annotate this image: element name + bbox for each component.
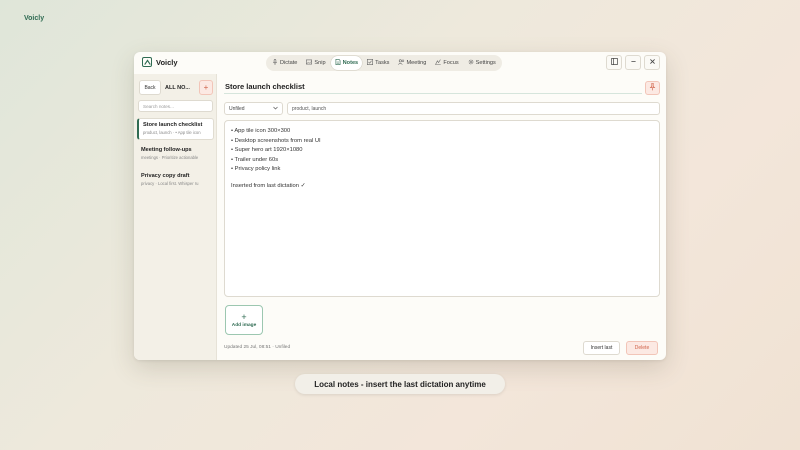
- sidebar-toggle-button[interactable]: [606, 55, 622, 70]
- delete-button[interactable]: Delete: [626, 341, 658, 355]
- note-line: • Privacy policy link: [231, 166, 281, 172]
- note-title: Store launch checklist: [143, 122, 203, 128]
- note-list: Store launch checklist product, launch ·…: [137, 118, 214, 196]
- note-meta: meetings · Prioritize actionable: [141, 155, 199, 160]
- note-line: • App tile icon 300×300: [231, 128, 291, 134]
- nav-meeting[interactable]: Meeting: [394, 56, 430, 70]
- pin-button[interactable]: [645, 81, 660, 95]
- nav-notes-label: Notes: [342, 60, 359, 66]
- plus-icon: +: [241, 311, 247, 322]
- notes-sidebar: Back ALL NO... + Search notes... Store l…: [134, 74, 217, 360]
- nav-settings-label: Settings: [475, 60, 496, 66]
- nav-dictate[interactable]: Dictate: [268, 56, 301, 70]
- focus-icon: [435, 59, 442, 67]
- nav-tasks[interactable]: Tasks: [363, 56, 393, 70]
- folder-filter-label[interactable]: ALL NO...: [165, 85, 197, 91]
- app-logo-icon: [142, 57, 152, 67]
- note-icon: [335, 59, 341, 67]
- insert-last-button[interactable]: Insert last: [583, 341, 620, 355]
- list-item[interactable]: Meeting follow-ups meetings · Prioritize…: [137, 144, 214, 166]
- note-editor-pane: Store launch checklist Unfiled product, …: [218, 74, 666, 360]
- add-image-button[interactable]: + Add image: [225, 305, 263, 335]
- note-status: Updated 25 Jul, 08:51 · Unfiled: [224, 345, 291, 350]
- checkbox-icon: [367, 59, 374, 67]
- note-title-input[interactable]: Store launch checklist: [224, 80, 642, 94]
- chevron-down-icon: [273, 106, 278, 112]
- close-icon: [649, 58, 656, 67]
- list-item[interactable]: Store launch checklist product, launch ·…: [137, 118, 214, 140]
- close-button[interactable]: [644, 55, 660, 70]
- list-item[interactable]: Privacy copy draft privacy · Local first…: [137, 170, 214, 192]
- add-note-button[interactable]: +: [199, 80, 213, 95]
- nav-meeting-label: Meeting: [406, 60, 427, 66]
- corner-brand: Voicly: [24, 15, 45, 22]
- inserted-dictation-line: Inserted from last dictation ✓: [231, 182, 306, 189]
- nav-focus-label: Focus: [443, 60, 459, 66]
- sidebar-panel-icon: [610, 58, 618, 67]
- note-line: • Trailer under 60s: [231, 156, 279, 163]
- image-icon: [306, 59, 313, 67]
- app-name: Voicly: [156, 57, 178, 67]
- mic-icon: [272, 59, 278, 67]
- window-controls: [606, 55, 660, 70]
- main-nav: Dictate Snip Notes Tasks Meeting Focus S…: [266, 55, 502, 71]
- note-title: Privacy copy draft: [141, 173, 190, 179]
- nav-notes[interactable]: Notes: [330, 56, 363, 70]
- nav-snip-label: Snip: [314, 60, 326, 66]
- add-image-label: Add image: [231, 322, 257, 328]
- note-line: • Super hero art 1920×1080: [231, 147, 303, 153]
- title-bar: Voicly Dictate Snip Notes Tasks Meeting …: [134, 52, 666, 74]
- app-window: Voicly Dictate Snip Notes Tasks Meeting …: [134, 52, 666, 360]
- note-line: • Desktop screenshots from real UI: [231, 137, 321, 144]
- folder-select-value: Unfiled: [229, 105, 245, 112]
- pin-icon: [649, 83, 656, 93]
- tags-input[interactable]: product, launch: [287, 102, 660, 115]
- minimize-icon: [630, 58, 637, 67]
- gear-icon: [468, 59, 474, 67]
- folder-select[interactable]: Unfiled: [224, 102, 283, 115]
- nav-snip[interactable]: Snip: [302, 56, 329, 70]
- nav-settings[interactable]: Settings: [464, 56, 500, 70]
- nav-tasks-label: Tasks: [375, 60, 390, 66]
- note-meta: privacy · Local first. Whisper ru: [141, 181, 199, 186]
- note-title: Meeting follow-ups: [141, 147, 192, 153]
- app-brand: Voicly: [142, 57, 178, 67]
- nav-dictate-label: Dictate: [280, 60, 298, 66]
- back-button[interactable]: Back: [139, 80, 161, 95]
- caption-banner: Local notes - insert the last dictation …: [295, 374, 505, 394]
- minimize-button[interactable]: [625, 55, 641, 70]
- search-notes-input[interactable]: Search notes...: [138, 100, 213, 112]
- people-icon: [398, 59, 405, 67]
- note-meta: product, launch · • App tile icon: [143, 130, 201, 135]
- nav-focus[interactable]: Focus: [431, 56, 462, 70]
- note-body-editor[interactable]: • App tile icon 300×300 • Desktop screen…: [224, 120, 660, 297]
